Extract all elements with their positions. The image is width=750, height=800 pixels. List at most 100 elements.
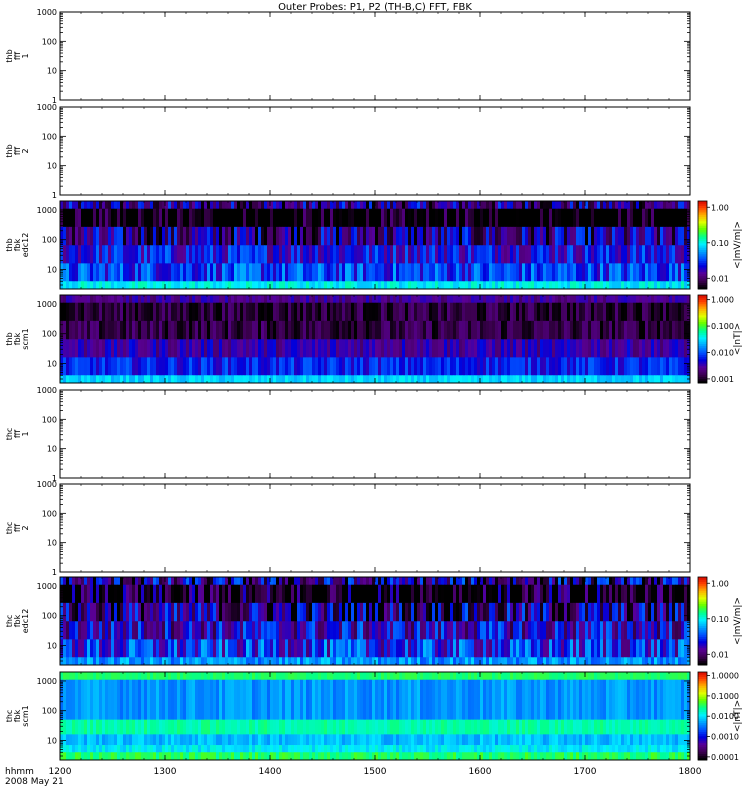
heatmap-cell <box>636 295 640 304</box>
heatmap-cell <box>501 584 505 604</box>
heatmap-cell <box>369 208 373 228</box>
heatmap-cell <box>132 320 136 340</box>
panel-thb-fff-1: 1000100101thb fff 1 <box>5 8 691 105</box>
heatmap-cell <box>555 295 559 304</box>
heatmap-cell <box>219 602 223 622</box>
heatmap-cell <box>360 302 364 322</box>
heatmap-cell <box>318 657 322 666</box>
heatmap-cell <box>609 295 613 304</box>
heatmap-cell <box>600 339 604 358</box>
heatmap-cell <box>354 339 358 358</box>
heatmap-cell <box>558 320 562 340</box>
heatmap-cell <box>186 584 190 604</box>
heatmap-cell <box>228 281 232 290</box>
heatmap-cell <box>579 584 583 604</box>
heatmap-cell <box>333 320 337 340</box>
heatmap-cell <box>90 226 94 246</box>
heatmap-cell <box>558 639 562 658</box>
heatmap-cell <box>138 208 142 228</box>
heatmap-cell <box>303 263 307 282</box>
heatmap-cell <box>90 263 94 282</box>
heatmap-cell <box>291 639 295 658</box>
heatmap-cell <box>198 602 202 622</box>
heatmap-cell <box>123 639 127 658</box>
heatmap-cell <box>243 281 247 290</box>
heatmap-cell <box>315 320 319 340</box>
heatmap-cell <box>213 584 217 604</box>
heatmap-cell <box>336 657 340 666</box>
heatmap-cell <box>240 295 244 304</box>
heatmap-cell <box>192 375 196 384</box>
heatmap-cell <box>243 375 247 384</box>
heatmap-cell <box>192 245 196 264</box>
heatmap-cell <box>105 302 109 322</box>
heatmap-cell <box>165 357 169 376</box>
heatmap-cell <box>465 208 469 228</box>
heatmap-cell <box>297 584 301 604</box>
heatmap-cell <box>159 602 163 622</box>
heatmap-cell <box>498 263 502 282</box>
heatmap-cell <box>171 339 175 358</box>
heatmap-cell <box>663 577 667 586</box>
heatmap-cell <box>231 245 235 264</box>
heatmap-cell <box>165 208 169 228</box>
heatmap-cell <box>63 639 67 658</box>
heatmap-cell <box>561 302 565 322</box>
heatmap-cell <box>258 295 262 304</box>
heatmap-cell <box>627 577 631 586</box>
heatmap-cell <box>333 295 337 304</box>
heatmap-cell <box>174 295 178 304</box>
heatmap-cell <box>228 208 232 228</box>
heatmap-cell <box>282 577 286 586</box>
heatmap-cell <box>255 281 259 290</box>
heatmap-cell <box>669 375 673 384</box>
heatmap-cell <box>663 245 667 264</box>
heatmap-cell <box>612 263 616 282</box>
heatmap-cell <box>204 602 208 622</box>
heatmap-cell <box>267 339 271 358</box>
heatmap-cell <box>276 621 280 640</box>
heatmap-cell <box>75 639 79 658</box>
heatmap-cell <box>231 201 235 210</box>
heatmap-cell <box>294 226 298 246</box>
heatmap-cell <box>453 320 457 340</box>
heatmap-cell <box>201 602 205 622</box>
heatmap-cell <box>522 320 526 340</box>
heatmap-cell <box>66 295 70 304</box>
heatmap-cell <box>438 577 442 586</box>
heatmap-cell <box>567 639 571 658</box>
heatmap-cell <box>399 263 403 282</box>
heatmap-cell <box>123 281 127 290</box>
heatmap-cell <box>684 201 688 210</box>
heatmap-cell <box>372 263 376 282</box>
heatmap-cell <box>549 639 553 658</box>
heatmap-cell <box>519 226 523 246</box>
heatmap-cell <box>393 602 397 622</box>
heatmap-cell <box>111 657 115 666</box>
heatmap-cell <box>270 357 274 376</box>
heatmap-cell <box>75 201 79 210</box>
heatmap-cell <box>75 226 79 246</box>
heatmap-cell <box>618 320 622 340</box>
heatmap-cell <box>498 639 502 658</box>
heatmap-cell <box>228 320 232 340</box>
heatmap-cell <box>288 602 292 622</box>
heatmap-cell <box>135 281 139 290</box>
heatmap-cell <box>267 245 271 264</box>
heatmap-cell <box>636 263 640 282</box>
heatmap-cell <box>387 584 391 604</box>
heatmap-cell <box>210 672 214 681</box>
heatmap-cell <box>198 245 202 264</box>
heatmap-cell <box>225 320 229 340</box>
heatmap-cell <box>399 375 403 384</box>
heatmap-cell <box>66 201 70 210</box>
heatmap-cell <box>342 263 346 282</box>
heatmap-cell <box>588 263 592 282</box>
heatmap-cell <box>96 375 100 384</box>
heatmap-cell <box>468 577 472 586</box>
heatmap-cell <box>144 602 148 622</box>
heatmap-cell <box>255 295 259 304</box>
heatmap-cell <box>138 584 142 604</box>
heatmap-cell <box>456 584 460 604</box>
heatmap-cell <box>237 295 241 304</box>
